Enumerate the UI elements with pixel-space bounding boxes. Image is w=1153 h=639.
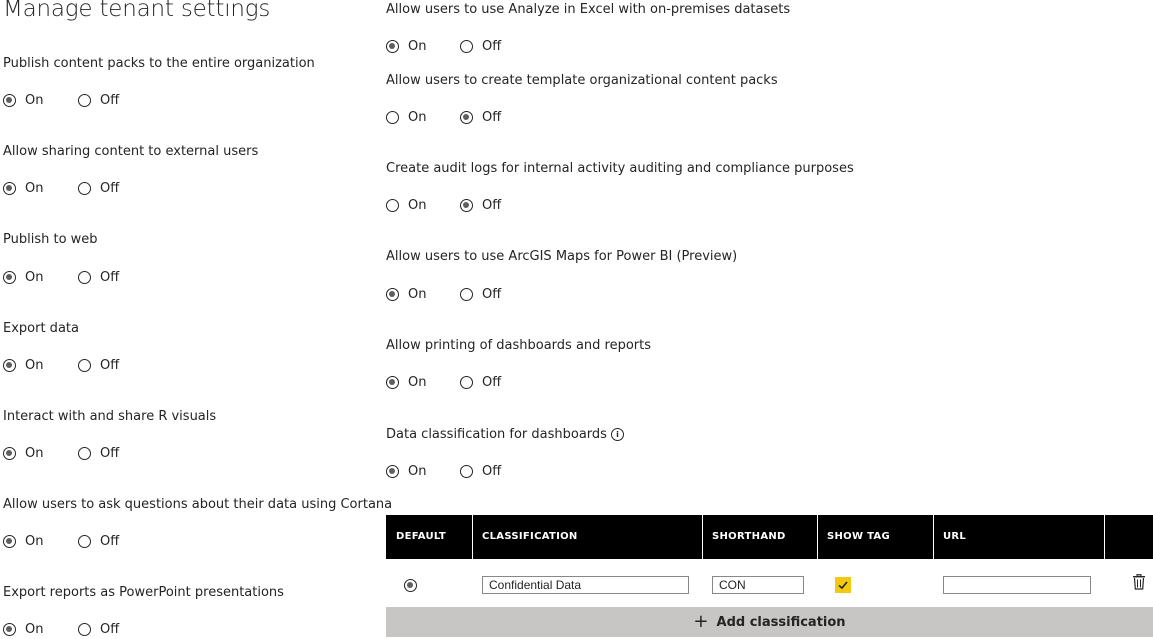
- radio-off[interactable]: Off: [460, 372, 501, 392]
- radio-on[interactable]: On: [386, 36, 426, 56]
- radio-circle: [386, 110, 399, 124]
- radio-circle: [460, 198, 473, 212]
- url-input[interactable]: [943, 576, 1091, 594]
- radio-circle: [386, 198, 399, 212]
- setting-label: Data classification for dashboards i: [386, 427, 624, 443]
- setting-publish-content-packs: Publish content packs to the entire orga…: [3, 56, 315, 108]
- setting-label: Create audit logs for internal activity …: [386, 161, 854, 176]
- radio-circle: [460, 464, 473, 478]
- setting-label: Export reports as PowerPoint presentatio…: [3, 585, 284, 600]
- radio-off[interactable]: Off: [78, 531, 119, 551]
- radio-circle: [404, 578, 417, 592]
- radio-circle: [78, 622, 91, 636]
- classification-input[interactable]: [482, 576, 689, 594]
- radio-on[interactable]: On: [3, 531, 43, 551]
- header-actions: [1104, 515, 1153, 559]
- radio-circle: [460, 287, 473, 301]
- setting-analyze-in-excel: Allow users to use Analyze in Excel with…: [386, 2, 791, 54]
- radio-off[interactable]: Off: [460, 195, 501, 215]
- setting-label: Publish content packs to the entire orga…: [3, 56, 315, 71]
- radio-on[interactable]: On: [3, 90, 43, 110]
- radio-off[interactable]: Off: [78, 90, 119, 110]
- setting-label: Interact with and share R visuals: [3, 409, 217, 424]
- radio-off[interactable]: Off: [78, 267, 119, 287]
- setting-label: Allow users to ask questions about their…: [3, 497, 393, 512]
- setting-label: Allow users to use Analyze in Excel with…: [386, 2, 791, 17]
- table-row: [386, 563, 1153, 607]
- radio-on[interactable]: On: [386, 195, 426, 215]
- radio-circle: [460, 39, 473, 53]
- radio-off[interactable]: Off: [460, 284, 501, 304]
- setting-export-data: Export data On Off: [3, 321, 119, 373]
- setting-share-external: Allow sharing content to external users …: [3, 144, 259, 196]
- radio-circle: [3, 446, 16, 460]
- setting-label: Export data: [3, 321, 79, 336]
- radio-circle: [386, 287, 399, 301]
- radio-circle: [460, 110, 473, 124]
- setting-label: Publish to web: [3, 232, 98, 247]
- setting-data-classification: Data classification for dashboards i On O…: [386, 427, 624, 479]
- setting-publish-to-web: Publish to web On Off: [3, 232, 119, 285]
- info-icon[interactable]: i: [610, 428, 624, 441]
- page-title: Manage tenant settings: [3, 0, 271, 22]
- radio-on[interactable]: On: [386, 461, 426, 481]
- add-classification-button[interactable]: + Add classification: [386, 607, 1153, 637]
- radio-circle: [3, 181, 16, 195]
- radio-circle: [3, 270, 16, 284]
- radio-on[interactable]: On: [3, 178, 43, 198]
- trash-icon[interactable]: [1132, 574, 1146, 590]
- radio-circle: [386, 464, 399, 478]
- header-classification: CLASSIFICATION: [472, 515, 703, 559]
- radio-circle: [78, 446, 91, 460]
- radio-circle: [78, 181, 91, 195]
- radio-circle: [3, 358, 16, 372]
- radio-off[interactable]: Off: [460, 107, 501, 127]
- radio-off[interactable]: Off: [78, 619, 119, 639]
- radio-circle: [78, 358, 91, 372]
- header-show-tag: SHOW TAG: [817, 515, 934, 559]
- radio-on[interactable]: On: [3, 267, 43, 287]
- setting-label: Allow users to use ArcGIS Maps for Power…: [386, 249, 738, 264]
- setting-r-visuals: Interact with and share R visuals On Off: [3, 409, 217, 461]
- radio-off[interactable]: Off: [460, 461, 501, 481]
- radio-circle: [386, 39, 399, 53]
- setting-audit-logs: Create audit logs for internal activity …: [386, 161, 854, 213]
- setting-label: Allow users to create template organizat…: [386, 73, 778, 88]
- radio-circle: [3, 93, 16, 107]
- setting-template-content-packs: Allow users to create template organizat…: [386, 73, 778, 125]
- setting-arcgis-maps: Allow users to use ArcGIS Maps for Power…: [386, 249, 738, 302]
- setting-printing: Allow printing of dashboards and reports…: [386, 338, 652, 390]
- radio-off[interactable]: Off: [78, 178, 119, 198]
- header-url: URL: [933, 515, 1105, 559]
- shorthand-input[interactable]: [712, 576, 804, 594]
- radio-circle: [78, 93, 91, 107]
- add-classification-label: Add classification: [716, 614, 846, 630]
- header-shorthand: SHORTHAND: [702, 515, 818, 559]
- radio-off[interactable]: Off: [78, 443, 119, 463]
- radio-on[interactable]: On: [386, 372, 426, 392]
- plus-icon: +: [693, 611, 709, 632]
- setting-cortana: Allow users to ask questions about their…: [3, 497, 393, 549]
- radio-on[interactable]: On: [386, 284, 426, 304]
- show-tag-checkbox[interactable]: [835, 577, 851, 593]
- radio-off[interactable]: Off: [460, 36, 501, 56]
- check-icon: [838, 581, 848, 590]
- setting-label: Allow printing of dashboards and reports: [386, 338, 652, 353]
- radio-circle: [386, 375, 399, 389]
- radio-on[interactable]: On: [386, 107, 426, 127]
- radio-on[interactable]: On: [3, 443, 43, 463]
- setting-label: Allow sharing content to external users: [3, 144, 259, 159]
- radio-circle: [3, 534, 16, 548]
- classification-table-header: DEFAULT CLASSIFICATION SHORTHAND SHOW TA…: [386, 515, 1153, 559]
- radio-circle: [78, 270, 91, 284]
- radio-circle: [460, 375, 473, 389]
- setting-export-powerpoint: Export reports as PowerPoint presentatio…: [3, 585, 284, 637]
- radio-off[interactable]: Off: [78, 355, 119, 375]
- header-default: DEFAULT: [386, 515, 473, 559]
- radio-on[interactable]: On: [3, 619, 43, 639]
- default-radio[interactable]: [404, 575, 417, 595]
- radio-circle: [3, 622, 16, 636]
- radio-circle: [78, 534, 91, 548]
- radio-on[interactable]: On: [3, 355, 43, 375]
